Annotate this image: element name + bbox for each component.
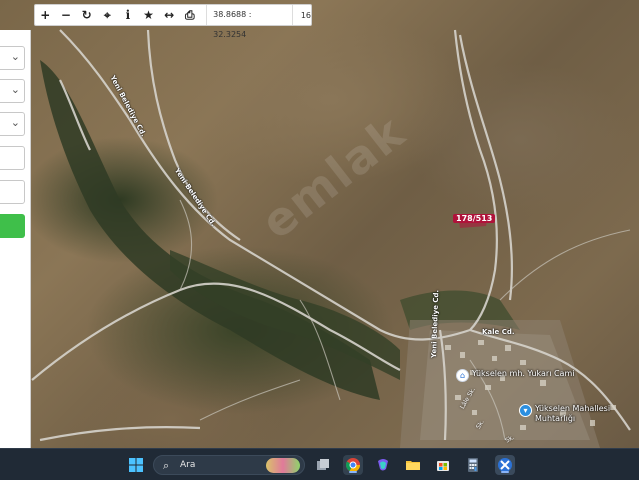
search-icon: ⌕ [163,459,170,472]
coordinates-readout: 38.8688 : 32.3254 [206,5,293,39]
locate-icon[interactable]: ⌖ [97,5,118,25]
road-label-kale: Kale Cd. [482,328,515,336]
chevron-down-icon: ⌄ [10,50,20,63]
start-icon[interactable] [126,455,146,475]
poi-mosque[interactable]: ⌂ Yükselen mh. Yukarı Cami [456,369,574,382]
zoom-level: 16 [300,10,311,20]
filter-input-1[interactable] [0,146,25,170]
poi-mosque-label: Yükselen mh. Yukarı Cami [472,369,575,378]
filter-select-2[interactable]: ⌄ [0,79,25,103]
active-app-indicator [501,471,509,473]
left-filter-panel: ⌄ ⌄ ⌄ [0,30,31,448]
satellite-map[interactable]: emlak Yeni Belediye Cd. Yeni Belediye Cd… [0,0,639,448]
poi-muhtarlik-label: Yükselen Mahallesi Muhtarlığı [535,404,610,424]
info-icon[interactable]: i [118,5,139,25]
map-toolbar: + − ↻ ⌖ i ★ ↔ ⎙ 38.8688 : 32.3254 16 [34,4,312,39]
pinned-app-icon[interactable] [495,455,515,475]
poi-muhtarlik-line2: Muhtarlığı [535,414,576,423]
print-icon[interactable]: ⎙ [179,5,200,25]
filter-select-1[interactable]: ⌄ [0,46,25,70]
filter-select-3[interactable]: ⌄ [0,112,25,136]
active-app-indicator [349,471,357,473]
parcel-label[interactable]: 178/513 [453,214,496,223]
star-icon[interactable]: ★ [138,5,159,25]
chevron-down-icon: ⌄ [10,83,20,96]
refresh-icon[interactable]: ↻ [76,5,97,25]
search-submit-button[interactable] [0,214,25,238]
zoom-in-button[interactable]: + [35,5,56,25]
calculator-icon[interactable] [463,455,483,475]
poi-muhtarlik[interactable]: ▾ Yükselen Mahallesi Muhtarlığı [519,404,610,424]
chrome-icon[interactable] [343,455,363,475]
store-icon[interactable] [433,455,453,475]
government-building-icon: ▾ [519,404,532,417]
search-highlight-image [266,458,300,473]
taskbar-search[interactable]: ⌕ Ara [153,455,305,475]
windows-taskbar: ⌕ Ara [0,448,639,480]
measure-icon[interactable]: ↔ [159,5,180,25]
mosque-icon: ⌂ [456,369,469,382]
zoom-out-button[interactable]: − [56,5,77,25]
task-view-icon[interactable] [313,455,333,475]
filter-input-2[interactable] [0,180,25,204]
poi-muhtarlik-line1: Yükselen Mahallesi [535,404,611,413]
copilot-icon[interactable] [373,455,393,475]
search-placeholder: Ara [180,460,196,470]
chevron-down-icon: ⌄ [10,116,20,129]
file-explorer-icon[interactable] [403,455,423,475]
